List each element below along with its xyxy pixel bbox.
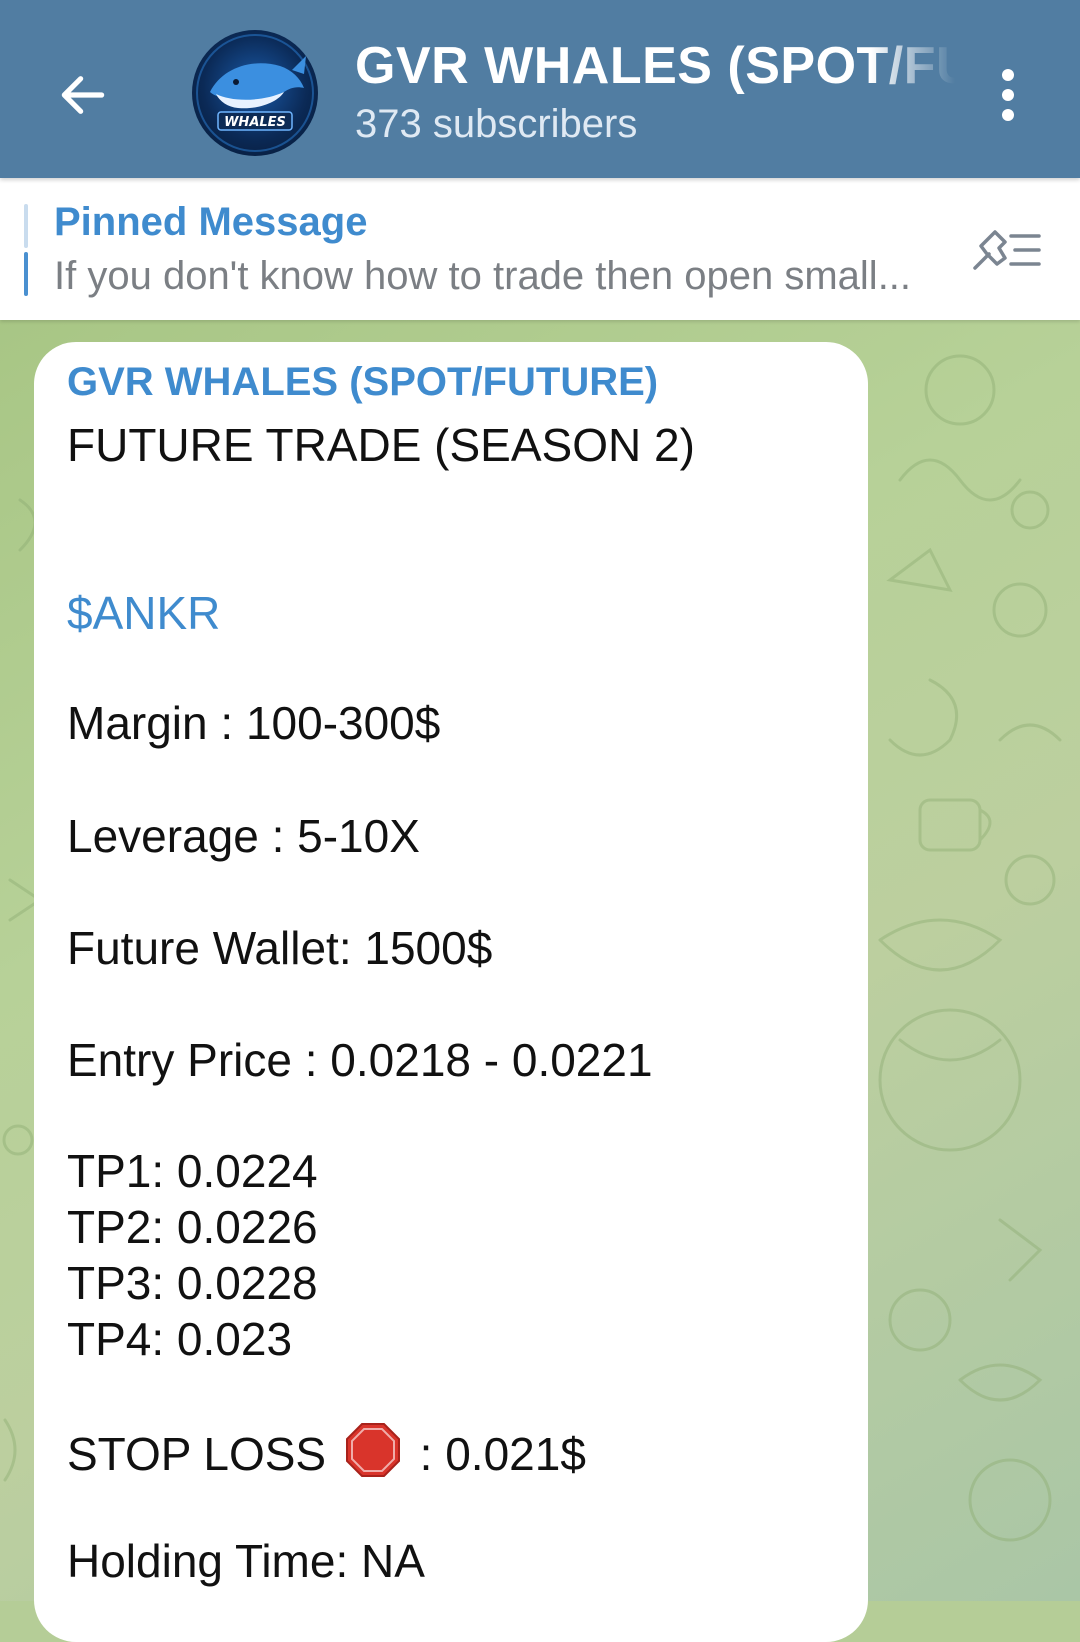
entry-price-line: Entry Price : 0.0218 - 0.0221 — [67, 1034, 653, 1086]
tp4-line: TP4: 0.023 — [67, 1313, 293, 1365]
more-vertical-icon — [1002, 69, 1014, 121]
channel-title[interactable]: GVR WHALES (SPOT/FUTURE) — [355, 36, 955, 96]
message-bubble[interactable]: GVR WHALES (SPOT/FUTURE) FUTURE TRADE (S… — [34, 342, 868, 1642]
stop-sign-icon — [345, 1423, 400, 1477]
arrow-left-icon — [61, 76, 105, 114]
pinned-title: Pinned Message — [54, 200, 368, 244]
ticker-link[interactable]: $ANKR — [67, 586, 220, 640]
stop-loss-label: STOP LOSS — [67, 1428, 327, 1480]
subscriber-count: 373 subscribers — [355, 102, 638, 146]
channel-avatar[interactable]: WHALES — [192, 30, 318, 156]
message-heading: FUTURE TRADE (SEASON 2) — [67, 419, 695, 471]
message-sender[interactable]: GVR WHALES (SPOT/FUTURE) — [67, 360, 658, 405]
wallet-line: Future Wallet: 1500$ — [67, 922, 493, 974]
whale-logo-icon: WHALES — [196, 34, 314, 152]
tp1-line: TP1: 0.0224 — [67, 1145, 318, 1197]
pinned-indicator-active — [24, 252, 28, 296]
pinned-indicator — [24, 204, 28, 248]
pinned-list-button[interactable] — [960, 214, 1050, 286]
pinned-preview-text: If you don't know how to trade then open… — [54, 254, 912, 298]
holding-time-line: Holding Time: NA — [67, 1535, 425, 1587]
stop-loss-value: : 0.021$ — [419, 1428, 586, 1480]
stop-loss-line: STOP LOSS : 0.021$ — [67, 1422, 586, 1481]
menu-button[interactable] — [980, 62, 1036, 128]
back-button[interactable] — [48, 60, 118, 130]
pin-list-icon — [973, 230, 1041, 270]
tp3-line: TP3: 0.0228 — [67, 1257, 318, 1309]
chat-header: WHALES GVR WHALES (SPOT/FUTURE) 373 subs… — [0, 0, 1080, 178]
leverage-line: Leverage : 5-10X — [67, 810, 420, 862]
margin-line: Margin : 100-300$ — [67, 697, 441, 749]
svg-text:WHALES: WHALES — [224, 115, 286, 130]
pinned-message-bar[interactable]: Pinned Message If you don't know how to … — [0, 178, 1080, 320]
tp2-line: TP2: 0.0226 — [67, 1201, 318, 1253]
